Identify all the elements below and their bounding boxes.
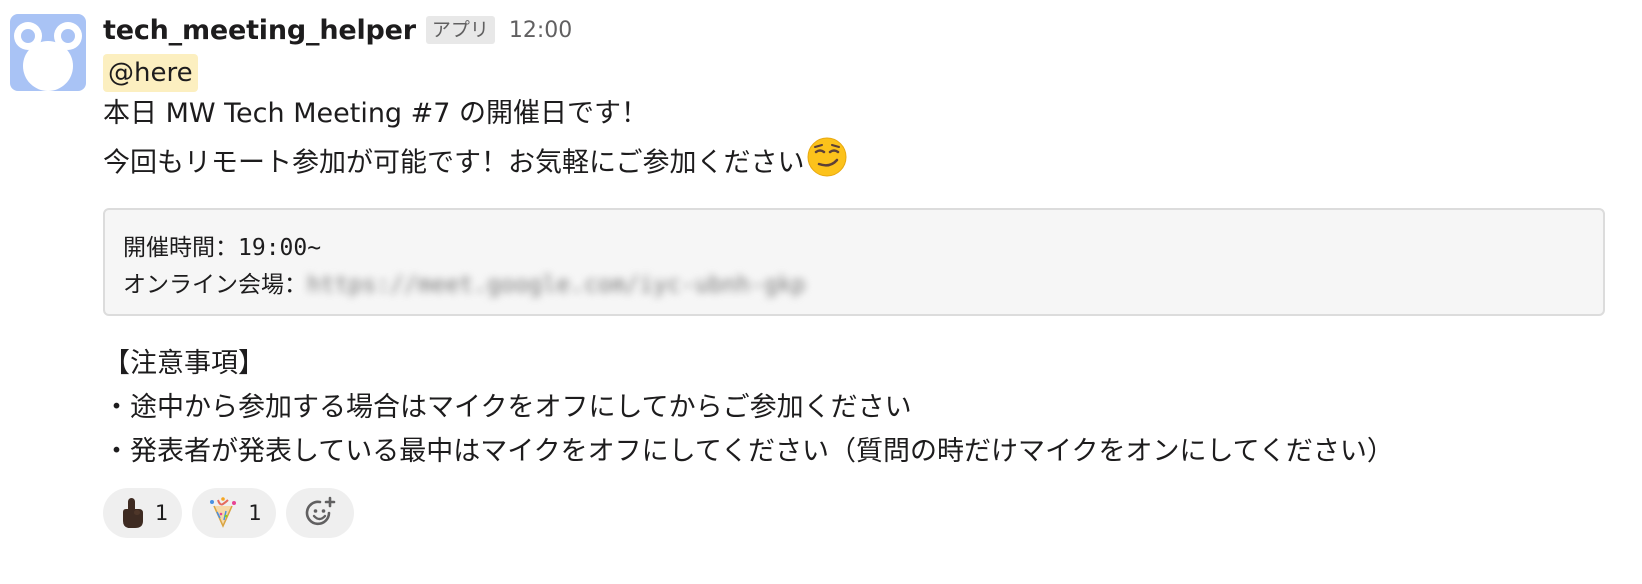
message: tech_meeting_helper アプリ 12:00 @here 本日 M… [103,10,1613,538]
event-time-label: 開催時間： [123,235,238,261]
username[interactable]: tech_meeting_helper [103,15,416,46]
bot-avatar-icon [14,22,82,91]
message-line-1: 本日 MW Tech Meeting #7 の開催日です！ [103,98,649,129]
event-time-row: 開催時間：19:00~ [123,230,1585,267]
pointing-up-icon [123,498,143,528]
venue-label: オンライン会場： [123,272,307,298]
mention-here[interactable]: @here [103,54,198,92]
reactions-bar: 1 1 [103,488,1613,538]
venue-link-blurred[interactable]: https://meet.google.com/iyc-ubnh-gkp [307,272,806,298]
message-line-2-text: 今回もリモート参加が可能です！お気軽にご参加ください [103,147,805,179]
notes-item-2: ・発表者が発表している最中はマイクをオフにしてください（質問の時だけマイクをオン… [103,436,1394,467]
avatar[interactable] [10,14,86,91]
add-reaction-button[interactable] [285,488,354,538]
venue-row: オンライン会場：https://meet.google.com/iyc-ubnh… [123,267,1585,304]
message-header: tech_meeting_helper アプリ 12:00 [103,10,1613,50]
reaction-pointing-up[interactable]: 1 [103,488,183,538]
reaction-party-popper[interactable]: 1 [192,488,276,538]
event-time-value: 19:00~ [238,235,322,261]
notes-heading: 【注意事項】 [103,348,265,379]
code-block: 開催時間：19:00~ オンライン会場：https://meet.google.… [103,208,1605,316]
smirking-face-emoji [806,136,848,192]
message-line-2: 今回もリモート参加が可能です！お気軽にご参加ください [103,136,1613,192]
reaction-count: 1 [248,501,262,525]
notes-section: 【注意事項】 ・途中から参加する場合はマイクをオフにしてからご参加ください ・発… [103,342,1613,474]
add-reaction-icon [305,496,336,526]
timestamp[interactable]: 12:00 [509,18,572,43]
notes-item-1: ・途中から参加する場合はマイクをオフにしてからご参加ください [103,392,912,423]
app-badge: アプリ [425,16,495,44]
party-popper-icon [210,497,237,528]
reaction-count: 1 [155,501,169,525]
